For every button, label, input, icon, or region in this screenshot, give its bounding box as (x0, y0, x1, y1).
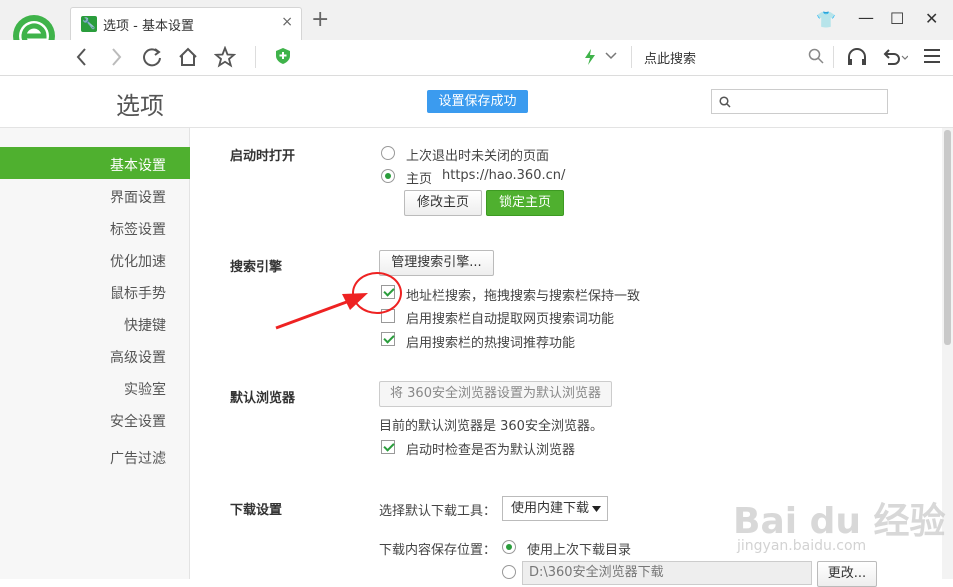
sidebar-item-adblock[interactable]: 广告过滤 (110, 448, 166, 468)
download-tool-select[interactable]: 使用内建下载 (502, 496, 608, 521)
settings-search-input[interactable] (711, 89, 888, 114)
sidebar-item-mouse-gestures[interactable]: 鼠标手势 (110, 283, 166, 303)
sidebar-item-tabs[interactable]: 标签设置 (110, 219, 166, 239)
sidebar-item-lab[interactable]: 实验室 (124, 379, 166, 399)
divider (255, 46, 256, 68)
save-success-badge: 设置保存成功 (427, 90, 528, 113)
skin-icon[interactable]: 👕 (816, 10, 836, 30)
lock-homepage-button[interactable]: 锁定主页 (486, 190, 564, 216)
sidebar-item-advanced[interactable]: 高级设置 (110, 347, 166, 367)
radio-last-download-dir[interactable] (502, 540, 516, 554)
checkbox-check-default-label: 启动时检查是否为默认浏览器 (406, 443, 576, 458)
lightning-icon[interactable] (583, 48, 597, 66)
checkbox-check-default[interactable] (381, 440, 395, 454)
checkbox-auto-extract-label: 启用搜索栏自动提取网页搜索词功能 (406, 312, 615, 327)
back-icon[interactable] (74, 47, 90, 67)
radio-custom-dir[interactable] (502, 565, 516, 579)
title-bar: 🔧 选项 - 基本设置 × + 👕 — ☐ ✕ (0, 0, 953, 62)
radio-homepage[interactable] (381, 169, 395, 183)
sidebar-item-basic[interactable]: 基本设置 (110, 155, 166, 175)
change-path-button[interactable]: 更改... (817, 561, 877, 587)
search-icon (719, 96, 731, 108)
checkbox-hot-words-label: 启用搜索栏的热搜词推荐功能 (406, 336, 576, 351)
checkbox-address-search-sync-label: 地址栏搜索，拖拽搜索与搜索栏保持一致 (406, 289, 641, 304)
page-title: 选项 (116, 92, 164, 120)
checkbox-hot-words[interactable] (381, 332, 395, 346)
new-tab-button[interactable]: + (311, 9, 329, 31)
download-location-label: 下载内容保存位置： (379, 543, 497, 558)
sidebar-item-security[interactable]: 安全设置 (110, 411, 166, 431)
shield-icon[interactable] (275, 47, 291, 65)
watermark-logo: Bai du 经验 (733, 501, 946, 542)
headphones-icon[interactable] (846, 46, 868, 68)
home-icon[interactable] (177, 46, 199, 68)
maximize-button[interactable]: ☐ (890, 9, 904, 29)
download-path-input[interactable]: D:\360安全浏览器下载 (522, 561, 812, 585)
refresh-icon[interactable] (141, 46, 163, 68)
section-download-heading: 下载设置 (230, 503, 283, 518)
radio-last-session[interactable] (381, 146, 395, 160)
manage-search-engines-button[interactable]: 管理搜索引擎... (379, 250, 494, 276)
section-search-heading: 搜索引擎 (230, 260, 283, 275)
radio-last-download-dir-label: 使用上次下载目录 (527, 543, 632, 558)
homepage-url: https://hao.360.cn/ (442, 168, 566, 183)
scrollbar-thumb[interactable] (944, 130, 951, 345)
star-icon[interactable] (214, 46, 236, 68)
wrench-icon: 🔧 (81, 16, 97, 32)
download-tool-value: 使用内建下载 (511, 501, 590, 516)
edit-homepage-button[interactable]: 修改主页 (404, 190, 482, 216)
annotation-arrow (275, 293, 368, 330)
sidebar-item-optimize[interactable]: 优化加速 (110, 251, 166, 271)
forward-icon[interactable] (108, 47, 124, 67)
radio-homepage-label: 主页 (406, 172, 433, 187)
dropdown-arrow-icon (592, 506, 601, 512)
section-startup-heading: 启动时打开 (230, 149, 296, 164)
tab-close-icon[interactable]: × (281, 14, 293, 30)
minimize-button[interactable]: — (858, 8, 874, 28)
sidebar-item-shortcuts[interactable]: 快捷键 (124, 315, 166, 335)
search-icon[interactable] (808, 48, 824, 64)
sidebar-item-interface[interactable]: 界面设置 (110, 187, 166, 207)
divider (631, 46, 632, 68)
divider (833, 46, 834, 68)
radio-last-session-label: 上次退出时未关闭的页面 (406, 149, 550, 164)
address-search-input[interactable]: 点此搜索 (644, 48, 696, 67)
menu-icon[interactable] (923, 48, 941, 64)
watermark-url: jingyan.baidu.com (737, 538, 867, 554)
tab-basic-settings[interactable]: 🔧 选项 - 基本设置 × (70, 7, 302, 40)
download-tool-label: 选择默认下载工具： (379, 504, 497, 519)
close-window-button[interactable]: ✕ (925, 9, 938, 29)
chevron-down-icon[interactable] (604, 50, 618, 62)
section-default-browser-heading: 默认浏览器 (230, 391, 296, 406)
default-browser-status: 目前的默认浏览器是 360安全浏览器。 (379, 419, 603, 434)
set-default-browser-button[interactable]: 将 360安全浏览器设置为默认浏览器 (379, 381, 612, 407)
tab-title: 选项 - 基本设置 (103, 19, 194, 34)
undo-icon[interactable] (880, 46, 908, 68)
